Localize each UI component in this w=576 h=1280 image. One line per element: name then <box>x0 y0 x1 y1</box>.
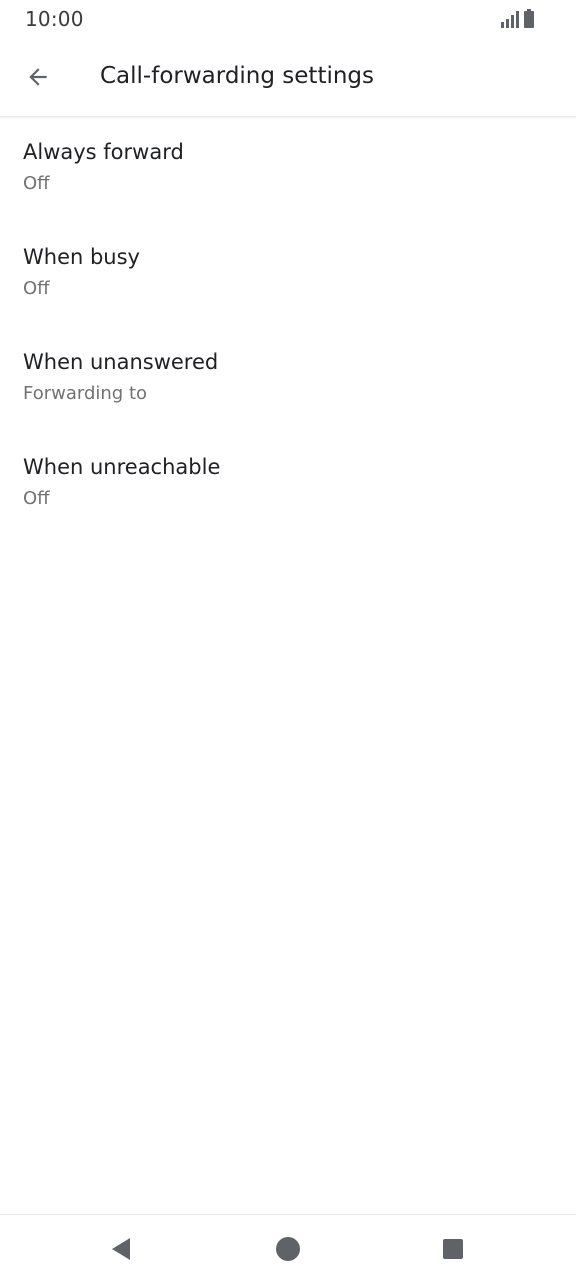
nav-back-button[interactable] <box>101 1229 141 1269</box>
app-bar: Call-forwarding settings <box>0 38 576 117</box>
setting-summary: Off <box>23 488 50 509</box>
nav-home-icon <box>276 1237 300 1261</box>
nav-back-icon <box>112 1238 130 1260</box>
nav-home-button[interactable] <box>268 1229 308 1269</box>
setting-title: When unreachable <box>23 455 221 479</box>
setting-summary: Off <box>23 173 50 194</box>
setting-summary: Forwarding to <box>23 383 148 404</box>
setting-title: When busy <box>23 245 140 269</box>
status-time: 10:00 <box>25 7 84 31</box>
setting-when-busy[interactable]: When busy Off <box>0 223 576 328</box>
back-button[interactable] <box>16 55 60 99</box>
setting-always-forward[interactable]: Always forward Off <box>0 118 576 223</box>
status-bar: 10:00 <box>0 0 576 38</box>
setting-summary: Off <box>23 278 50 299</box>
battery-icon <box>524 9 534 28</box>
setting-when-unanswered[interactable]: When unanswered Forwarding to <box>0 328 576 433</box>
settings-list: Always forward Off When busy Off When un… <box>0 118 576 538</box>
screen: 10:00 Call-forwarding settings Always fo… <box>0 0 576 1280</box>
signal-icon <box>501 11 519 28</box>
setting-title: Always forward <box>23 140 184 164</box>
status-icons <box>500 9 536 29</box>
nav-recents-button[interactable] <box>433 1229 473 1269</box>
navigation-bar <box>0 1214 576 1280</box>
arrow-back-icon <box>29 68 47 86</box>
nav-recents-icon <box>443 1239 463 1259</box>
setting-when-unreachable[interactable]: When unreachable Off <box>0 433 576 538</box>
setting-title: When unanswered <box>23 350 219 374</box>
page-title: Call-forwarding settings <box>100 63 375 89</box>
